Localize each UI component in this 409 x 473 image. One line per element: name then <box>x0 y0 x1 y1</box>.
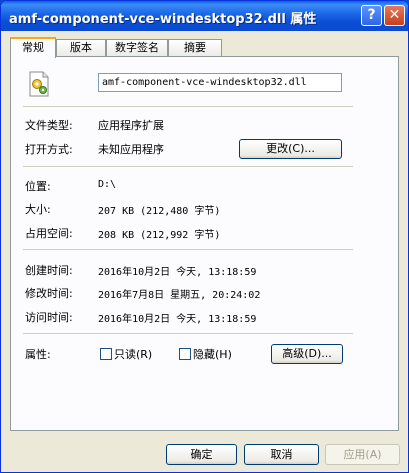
accessed-value: 2016年10月2日 今天, 13:18:59 <box>98 314 257 325</box>
hidden-checkbox-label[interactable]: 隐藏(H) <box>193 346 232 362</box>
window-title: amf-component-vce-windesktop32.dll 属性 <box>9 12 317 27</box>
attributes-label: 属性: <box>25 348 51 361</box>
title-bar[interactable]: amf-component-vce-windesktop32.dll 属性 ? … <box>1 1 408 31</box>
size-on-disk-label: 占用空间: <box>25 227 73 240</box>
opens-with-value: 未知应用程序 <box>98 143 164 156</box>
created-value: 2016年10月2日 今天, 13:18:59 <box>98 267 257 278</box>
apply-button[interactable]: 应用(A) <box>325 444 400 465</box>
file-name-field[interactable]: amf-component-vce-windesktop32.dll <box>98 73 342 92</box>
close-button[interactable]: ✕ <box>384 5 405 26</box>
help-button[interactable]: ? <box>361 5 382 26</box>
separator <box>23 249 353 250</box>
tab-general[interactable]: 常规 <box>10 37 56 58</box>
advanced-button[interactable]: 高级(D)... <box>271 344 343 364</box>
separator <box>23 333 353 334</box>
file-type-value: 应用程序扩展 <box>98 119 164 132</box>
size-value: 207 KB (212,480 字节) <box>98 206 221 217</box>
dll-file-icon <box>29 71 49 97</box>
separator <box>23 166 353 167</box>
hidden-checkbox[interactable] <box>179 348 191 360</box>
opens-with-label: 打开方式: <box>25 143 73 156</box>
tab-digital-signatures[interactable]: 数字签名 <box>106 39 168 56</box>
change-button[interactable]: 更改(C)... <box>239 139 342 159</box>
size-label: 大小: <box>25 203 51 216</box>
properties-dialog: amf-component-vce-windesktop32.dll 属性 ? … <box>0 0 409 473</box>
separator <box>23 106 353 107</box>
modified-value: 2016年7月8日 星期五, 20:24:02 <box>98 290 261 301</box>
created-label: 创建时间: <box>25 264 73 277</box>
readonly-checkbox[interactable] <box>100 348 112 360</box>
readonly-checkbox-label[interactable]: 只读(R) <box>114 346 152 362</box>
modified-label: 修改时间: <box>25 287 73 300</box>
file-type-label: 文件类型: <box>25 119 73 132</box>
ok-button[interactable]: 确定 <box>166 444 237 465</box>
cancel-button[interactable]: 取消 <box>244 444 319 465</box>
size-on-disk-value: 208 KB (212,992 字节) <box>98 230 221 241</box>
general-panel: amf-component-vce-windesktop32.dll 文件类型:… <box>10 56 399 431</box>
tab-version[interactable]: 版本 <box>56 39 106 56</box>
tab-summary[interactable]: 摘要 <box>168 39 222 56</box>
accessed-label: 访问时间: <box>25 311 73 324</box>
location-value: D:\ <box>98 179 117 190</box>
location-label: 位置: <box>25 180 51 193</box>
